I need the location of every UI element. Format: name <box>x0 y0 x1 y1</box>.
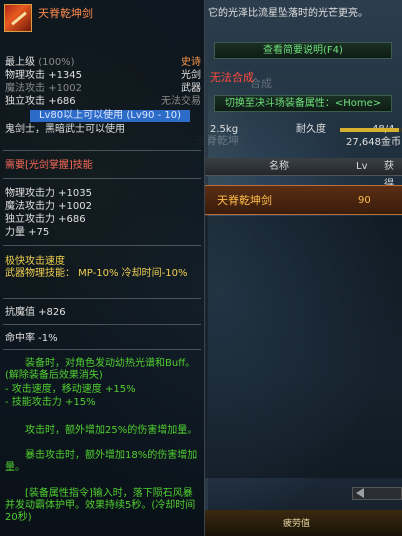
magic-resist: 抗魔值 +826 <box>5 307 66 318</box>
divider <box>3 245 201 246</box>
grade-row: 最上级 (100%) 史诗 <box>5 57 201 69</box>
stat-value: +686 <box>48 96 76 107</box>
trade-status: 无法交易 <box>161 96 201 107</box>
effect-damage-1: 攻击时，额外增加25%的伤害增加量。 <box>25 425 198 436</box>
effect-command: [装备属性指令]输入时，落下陨石风暴并发动霸体护甲。效果持续5秒。(冷却时间20… <box>5 488 196 523</box>
stat-label: 魔法攻击 <box>5 83 45 94</box>
rarity: 史诗 <box>181 57 201 68</box>
fatigue-label: 疲劳值 <box>283 519 311 529</box>
divider <box>3 150 201 151</box>
effect-buff-skill: - 技能攻击力 +15% <box>5 397 96 408</box>
stat-label: 物理攻击 <box>5 70 45 81</box>
effect-damage-2: 暴击攻击时，额外增加18%的伤害增加量。 <box>5 450 198 473</box>
fatigue-bar: 疲劳值 <box>205 510 402 536</box>
list-area <box>205 216 402 478</box>
stat-value: +1345 <box>48 70 83 81</box>
bonus-stat: 独立攻击力 +686 <box>5 214 86 225</box>
effect-buff: 装备时，对角色发动幼热光谱和Buff。(解除装备后效果消失) <box>5 358 196 381</box>
bonus-stat: 物理攻击力 +1035 <box>5 188 93 199</box>
item-tooltip: 天脊乾坤剑 最上级 (100%) 史诗 物理攻击 +1345 光剑 魔法攻击 +… <box>0 0 205 536</box>
table-header: 名称 Lv 获得 <box>205 158 402 190</box>
durability-label: 耐久度 <box>296 124 326 135</box>
weight: 2.5kg <box>210 124 239 135</box>
sword-icon <box>4 4 32 32</box>
durability-fill <box>340 128 399 132</box>
divider <box>3 349 201 350</box>
stat-label: 独立攻击 <box>5 96 45 107</box>
weapon-skill: 武器物理技能： MP-10% 冷却时间-10% <box>5 268 188 279</box>
grade-label: 最上级 <box>5 57 35 68</box>
column-name[interactable]: 名称 <box>269 158 289 176</box>
tooltip-header: 天脊乾坤剑 <box>4 4 202 34</box>
skill-requirement: 需要[光剑掌握]技能 <box>5 160 93 171</box>
durability-bar <box>340 128 402 132</box>
bonus-stat: 力量 +75 <box>5 227 50 238</box>
item-category: 武器 <box>181 83 201 94</box>
weapon-type: 光剑 <box>181 70 201 81</box>
brief-description-button[interactable]: 查看简要说明(F4) <box>214 42 392 59</box>
attack-speed: 极快攻击速度 <box>5 256 65 267</box>
bonus-stat: 魔法攻击力 +1002 <box>5 201 93 212</box>
item-name: 天脊乾坤剑 <box>38 7 93 20</box>
stat-row: 独立攻击 +686 无法交易 <box>5 96 201 108</box>
divider <box>3 178 201 179</box>
row-item-name: 天脊乾坤剑 <box>217 194 272 207</box>
gold-price: 27,648金币 <box>346 137 401 148</box>
stat-row: 物理攻击 +1345 光剑 <box>5 70 201 82</box>
hit-rate: 命中率 -1% <box>5 333 58 344</box>
row-item-level: 90 <box>358 195 371 206</box>
level-requirement: Lv80以上可以使用 (Lv90 - 10) <box>30 110 190 122</box>
divider <box>3 298 201 299</box>
effect-buff-speed: - 攻击速度，移动速度 +15% <box>5 384 136 395</box>
scroll-left-icon[interactable] <box>356 488 364 498</box>
grade-pct: (100%) <box>38 57 75 68</box>
divider <box>3 324 201 325</box>
no-synthesis-label: 无法合成 <box>210 71 254 84</box>
item-description: 它的光泽比流星坠落时的光芒更亮。 <box>208 8 368 19</box>
column-lv[interactable]: Lv <box>356 158 368 176</box>
table-row[interactable]: 天脊乾坤剑 90 <box>205 185 402 215</box>
duel-attribute-button[interactable]: 切换至决斗场装备属性：<Home> <box>214 95 392 112</box>
class-requirement: 鬼剑士，黑暗武士可以使用 <box>5 124 125 135</box>
stat-row: 魔法攻击 +1002 武器 <box>5 83 201 95</box>
stat-value: +1002 <box>48 83 83 94</box>
